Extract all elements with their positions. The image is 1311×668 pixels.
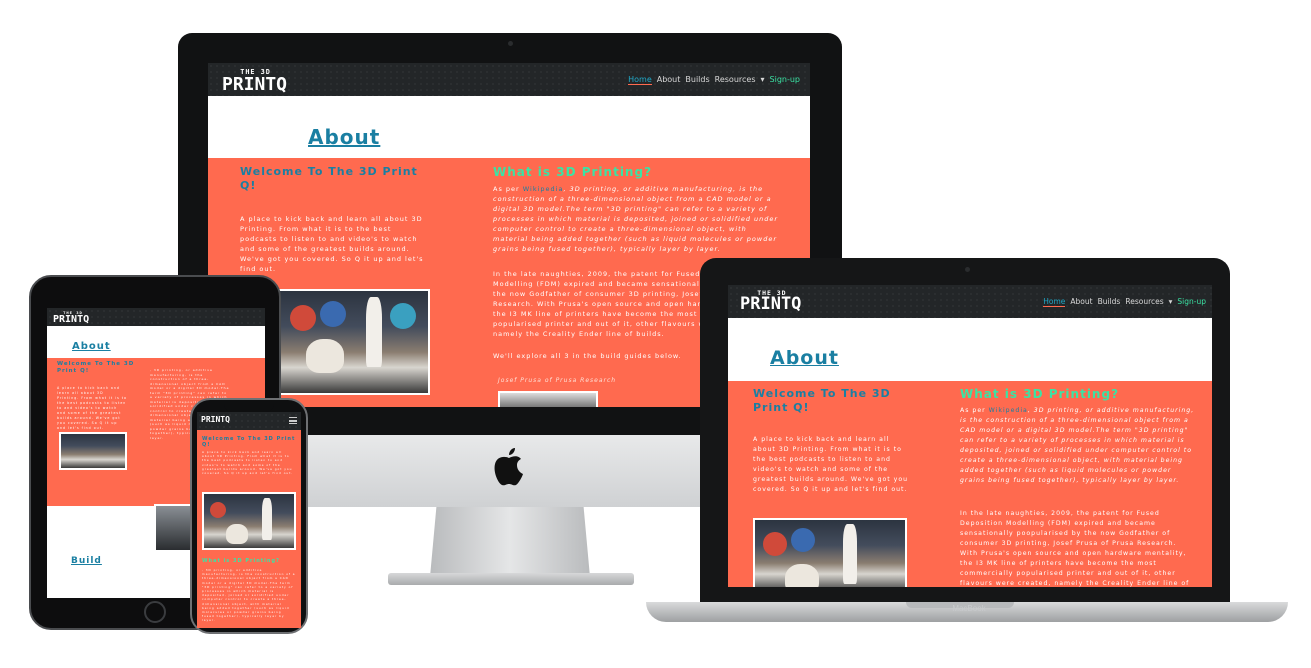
what-text: As per Wikipedia, 3D printing, or additi… [493,185,779,253]
navbar: THE 3D PRINTQ Home About Builds Resources… [208,63,810,96]
macbook-camera [965,267,970,272]
nav-signup[interactable]: Sign-up [1177,297,1206,307]
prusa-photo [154,504,192,552]
prusa-photo [498,391,598,407]
nav-home[interactable]: Home [628,75,652,85]
what-text: As per Wikipedia, 3D printing, or additi… [960,407,1195,484]
navbar: PRINTQ [197,412,301,430]
chevron-down-icon[interactable]: ▾ [761,75,765,85]
history-text: In the late naughties, 2009, the patent … [960,510,1190,587]
welcome-heading: Welcome To The 3D Print Q! [57,361,135,374]
about-heading: About [308,125,381,149]
welcome-heading: Welcome To The 3D Print Q! [753,387,891,414]
iphone-screen: PRINTQ Welcome To The 3D Print Q! A plac… [197,412,301,628]
wikipedia-link[interactable]: Wikipedia [989,407,1028,414]
what-heading: What is 3D Printing? [960,387,1120,401]
welcome-photo [59,432,127,470]
imac-stand-neck [430,507,590,577]
imac-stand-foot [388,573,634,585]
navbar: THE 3D PRINTQ Home About Builds Resources… [728,285,1212,318]
nav-about[interactable]: About [657,75,681,85]
ipad-home-button[interactable] [144,601,166,623]
nav-links: Home About Builds Resources ▾ Sign-up [628,75,800,85]
apple-logo-icon [494,448,523,486]
macbook-label: MacBook [952,604,986,613]
what-heading: What is 3D Printing? [202,558,280,564]
iphone-notch [224,403,274,412]
photo-caption: Josef Prusa of Prusa Research [498,377,617,384]
hamburger-menu-icon[interactable] [289,417,297,424]
wikipedia-link[interactable]: Wikipedia [523,185,564,193]
site-logo[interactable]: THE 3D PRINTQ [53,311,89,325]
site-logo[interactable]: PRINTQ [201,416,230,424]
welcome-photo [753,518,907,587]
welcome-text: A place to kick back and learn all about… [202,450,294,476]
nav-home[interactable]: Home [1043,297,1066,307]
about-heading: About [72,341,111,352]
build-heading: Build [71,556,102,566]
welcome-text: A place to kick back and learn all about… [57,386,127,430]
what-heading: What is 3D Printing? [493,165,653,179]
responsive-mockup: THE 3D PRINTQ Home About Builds Resources… [0,0,1311,668]
imac-camera [508,41,513,46]
site-logo[interactable]: THE 3D PRINTQ [222,69,287,94]
nav-resources[interactable]: Resources [1125,297,1163,307]
what-text: , 3D printing, or additive manufacturing… [202,568,296,623]
site-logo[interactable]: THE 3D PRINTQ [740,290,801,313]
about-band [208,96,810,158]
macbook-screen: THE 3D PRINTQ Home About Builds Resources… [728,285,1212,587]
nav-signup[interactable]: Sign-up [770,75,800,85]
nav-resources[interactable]: Resources [715,75,756,85]
welcome-text: A place to kick back and learn all about… [240,215,424,273]
welcome-heading: Welcome To The 3D Print Q! [202,436,296,448]
welcome-photo [278,289,430,395]
nav-builds[interactable]: Builds [1098,297,1121,307]
about-heading: About [770,347,839,369]
welcome-photo [202,492,296,550]
nav-builds[interactable]: Builds [685,75,709,85]
welcome-heading: Welcome To The 3D Print Q! [240,165,418,192]
nav-links: Home About Builds Resources ▾ Sign-up [1043,297,1206,307]
chevron-down-icon[interactable]: ▾ [1169,297,1173,307]
navbar: THE 3D PRINTQ [47,308,265,326]
welcome-text: A place to kick back and learn all about… [753,436,909,493]
nav-about[interactable]: About [1070,297,1092,307]
